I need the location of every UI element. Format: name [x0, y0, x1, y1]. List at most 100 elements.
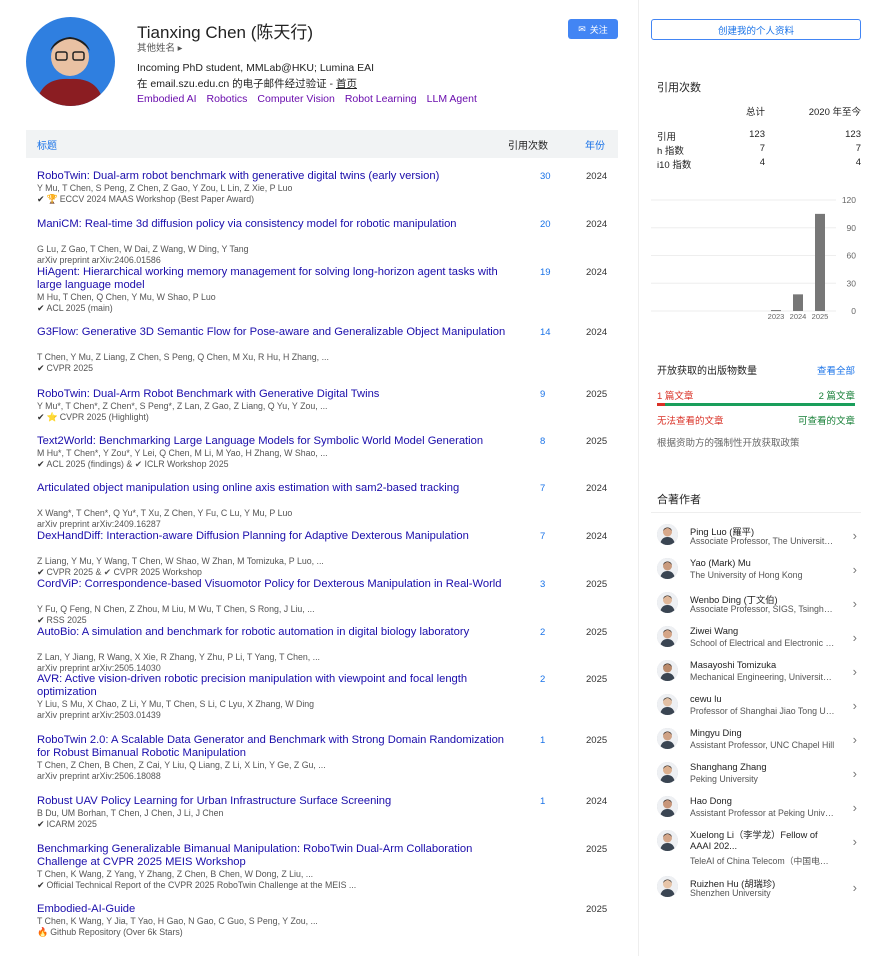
citation-count-link[interactable]: 14: [540, 327, 551, 338]
citation-count-link[interactable]: 2: [540, 627, 545, 638]
publication-title-link[interactable]: RoboTwin 2.0: A Scalable Data Generator …: [37, 734, 507, 760]
coauthor-item[interactable]: Shanghang Zhang Peking University ›: [657, 762, 861, 794]
stat-label[interactable]: i10 指数: [657, 157, 691, 171]
verified-email: 在 email.szu.edu.cn 的电子邮件经过验证 - 首页: [137, 76, 357, 91]
interest-embodied-ai[interactable]: Embodied AI: [137, 93, 197, 105]
sort-title-link[interactable]: 标题: [37, 137, 57, 152]
citation-count-link[interactable]: 7: [540, 531, 545, 542]
publication-title-link[interactable]: G3Flow: Generative 3D Semantic Flow for …: [37, 326, 507, 339]
coauthor-item[interactable]: Xuelong Li（李学龙）Fellow of AAAI 202... Tele…: [657, 830, 861, 866]
publication-title-link[interactable]: RoboTwin: Dual-Arm Robot Benchmark with …: [37, 388, 507, 401]
profile-affiliation: Incoming PhD student, MMLab@HKU; Lumina …: [137, 62, 375, 74]
oa-progress-unavailable: [657, 403, 665, 406]
coauthor-affiliation: Assistant Professor, UNC Chapel Hill: [690, 740, 835, 750]
publication-authors: M Hu*, T Chen*, Y Zou*, Y Lei, Q Chen, M…: [37, 448, 328, 458]
sort-cites-link[interactable]: 引用次数: [508, 137, 548, 152]
citation-count-link[interactable]: 8: [540, 436, 545, 447]
cited-by-title: 引用次数: [657, 82, 701, 94]
publication-venue: ECCV 2024 MAAS Workshop (Best Paper Awar…: [59, 194, 255, 204]
publication-venue: CVPR 2025: [46, 363, 94, 373]
coauthor-item[interactable]: Hao Dong Assistant Professor at Peking Un…: [657, 796, 861, 828]
other-names-link[interactable]: 其他姓名 ▸: [137, 40, 182, 54]
citations-bar-chart: 120 90 60 30 0 2023 2024 2025: [651, 195, 856, 321]
citation-count-link[interactable]: 19: [540, 267, 551, 278]
publication-authors: B Du, UM Borhan, T Chen, J Chen, J Li, J…: [37, 808, 224, 818]
interest-llm-agent[interactable]: LLM Agent: [427, 93, 477, 105]
publication-venue: ICARM 2025: [46, 819, 97, 829]
stat-label[interactable]: h 指数: [657, 143, 684, 157]
coauthor-item[interactable]: Yao (Mark) Mu The University of Hong Kong…: [657, 558, 861, 590]
coauthor-item[interactable]: Ziwei Wang School of Electrical and Elect…: [657, 626, 861, 658]
chart-bar-2023[interactable]: [771, 310, 781, 312]
publication-venue: arXiv preprint arXiv:2505.14030: [37, 663, 161, 673]
publication-year: 2025: [586, 904, 608, 915]
coauthor-avatar: [657, 626, 678, 647]
chevron-right-icon: ›: [852, 630, 857, 645]
publication-title-link[interactable]: Robust UAV Policy Learning for Urban Inf…: [37, 795, 507, 808]
publication-title-link[interactable]: Articulated object manipulation using on…: [37, 482, 507, 495]
homepage-link[interactable]: 首页: [336, 78, 357, 90]
check-icon: ✔: [37, 194, 45, 204]
publication-title-link[interactable]: HiAgent: Hierarchical working memory man…: [37, 266, 507, 292]
coauthor-affiliation: The University of Hong Kong: [690, 570, 803, 580]
coauthor-avatar: [657, 660, 678, 681]
y-tick-label: 0: [851, 306, 856, 316]
citation-count-link[interactable]: 7: [540, 483, 545, 494]
create-profile-button[interactable]: 创建我的个人资料: [651, 19, 861, 40]
citation-count-link[interactable]: 1: [540, 735, 545, 746]
oa-right-count: 2 篇文章: [818, 391, 855, 402]
coauthor-name: Hao Dong: [690, 796, 732, 806]
publication-title-link[interactable]: ManiCM: Real-time 3d diffusion policy vi…: [37, 218, 507, 231]
fire-icon: 🔥: [37, 927, 49, 937]
check-icon: ✔: [37, 819, 45, 829]
coauthor-item[interactable]: Wenbo Ding (丁文伯) Associate Professor, SIG…: [657, 592, 861, 624]
coauthor-item[interactable]: Mingyu Ding Assistant Professor, UNC Chap…: [657, 728, 861, 760]
chart-bar-2025[interactable]: [815, 213, 825, 311]
stat-since: 123: [845, 129, 861, 140]
publication-venue: arXiv preprint arXiv:2503.01439: [37, 710, 161, 720]
check-icon: ✔: [37, 363, 45, 373]
publication-venue: ACL 2025 (findings) & ✔ ICLR Workshop 20…: [46, 459, 229, 469]
publication-venue-line: ✔ Official Technical Report of the CVPR 2…: [37, 880, 356, 891]
oa-right-label[interactable]: 可查看的文章: [798, 413, 855, 427]
chart-bar-2024[interactable]: [793, 294, 803, 311]
interest-computer-vision[interactable]: Computer Vision: [257, 93, 334, 105]
column-divider: [638, 0, 639, 956]
publication-title-link[interactable]: DexHandDiff: Interaction-aware Diffusion…: [37, 530, 507, 543]
oa-left-label[interactable]: 无法查看的文章: [657, 413, 724, 427]
coauthor-avatar: [657, 694, 678, 715]
coauthor-item[interactable]: Ping Luo (羅平) Associate Professor, The Un…: [657, 524, 861, 556]
chevron-right-icon: ›: [852, 528, 857, 543]
publication-title-link[interactable]: AutoBio: A simulation and benchmark for …: [37, 626, 507, 639]
interest-robot-learning[interactable]: Robot Learning: [345, 93, 417, 105]
publication-title-link[interactable]: Text2World: Benchmarking Large Language …: [37, 435, 507, 448]
publication-venue-line: arXiv preprint arXiv:2505.14030: [37, 663, 161, 673]
citation-count-link[interactable]: 2: [540, 674, 545, 685]
publication-title-link[interactable]: CordViP: Correspondence-based Visuomotor…: [37, 578, 507, 591]
oa-view-all-link[interactable]: 查看全部: [817, 363, 855, 377]
publication-title-link[interactable]: AVR: Active vision-driven robotic precis…: [37, 673, 507, 699]
stat-row: i10 指数 4 4: [657, 157, 861, 171]
coauthor-avatar: [657, 524, 678, 545]
citation-count-link[interactable]: 9: [540, 389, 545, 400]
research-interests: Embodied AI Robotics Computer Vision Rob…: [137, 93, 477, 105]
coauthor-item[interactable]: Ruizhen Hu (胡瑞珍) Shenzhen University ›: [657, 876, 861, 908]
stat-label[interactable]: 引用: [657, 129, 676, 143]
sort-year-link[interactable]: 年份: [585, 137, 605, 152]
citation-count-link[interactable]: 20: [540, 219, 551, 230]
publication-title-link[interactable]: RoboTwin: Dual-arm robot benchmark with …: [37, 170, 507, 183]
citation-count-link[interactable]: 30: [540, 171, 551, 182]
publication-venue: CVPR 2025 (Highlight): [59, 412, 149, 422]
citation-count-link[interactable]: 3: [540, 579, 545, 590]
publication-title-link[interactable]: Embodied-AI-Guide: [37, 903, 507, 916]
stat-since: 7: [855, 143, 861, 154]
coauthor-item[interactable]: Masayoshi Tomizuka Mechanical Engineering…: [657, 660, 861, 692]
interest-robotics[interactable]: Robotics: [207, 93, 248, 105]
coauthor-item[interactable]: cewu lu Professor of Shanghai Jiao Tong U…: [657, 694, 861, 726]
follow-button[interactable]: ✉ 关注: [568, 19, 618, 39]
citation-count-link[interactable]: 1: [540, 796, 545, 807]
publication-venue-line: 🔥 Github Repository (Over 6k Stars): [37, 927, 183, 938]
publication-title-link[interactable]: Benchmarking Generalizable Bimanual Mani…: [37, 843, 507, 869]
publication-year: 2025: [586, 627, 608, 638]
publication-year: 2024: [586, 267, 608, 278]
